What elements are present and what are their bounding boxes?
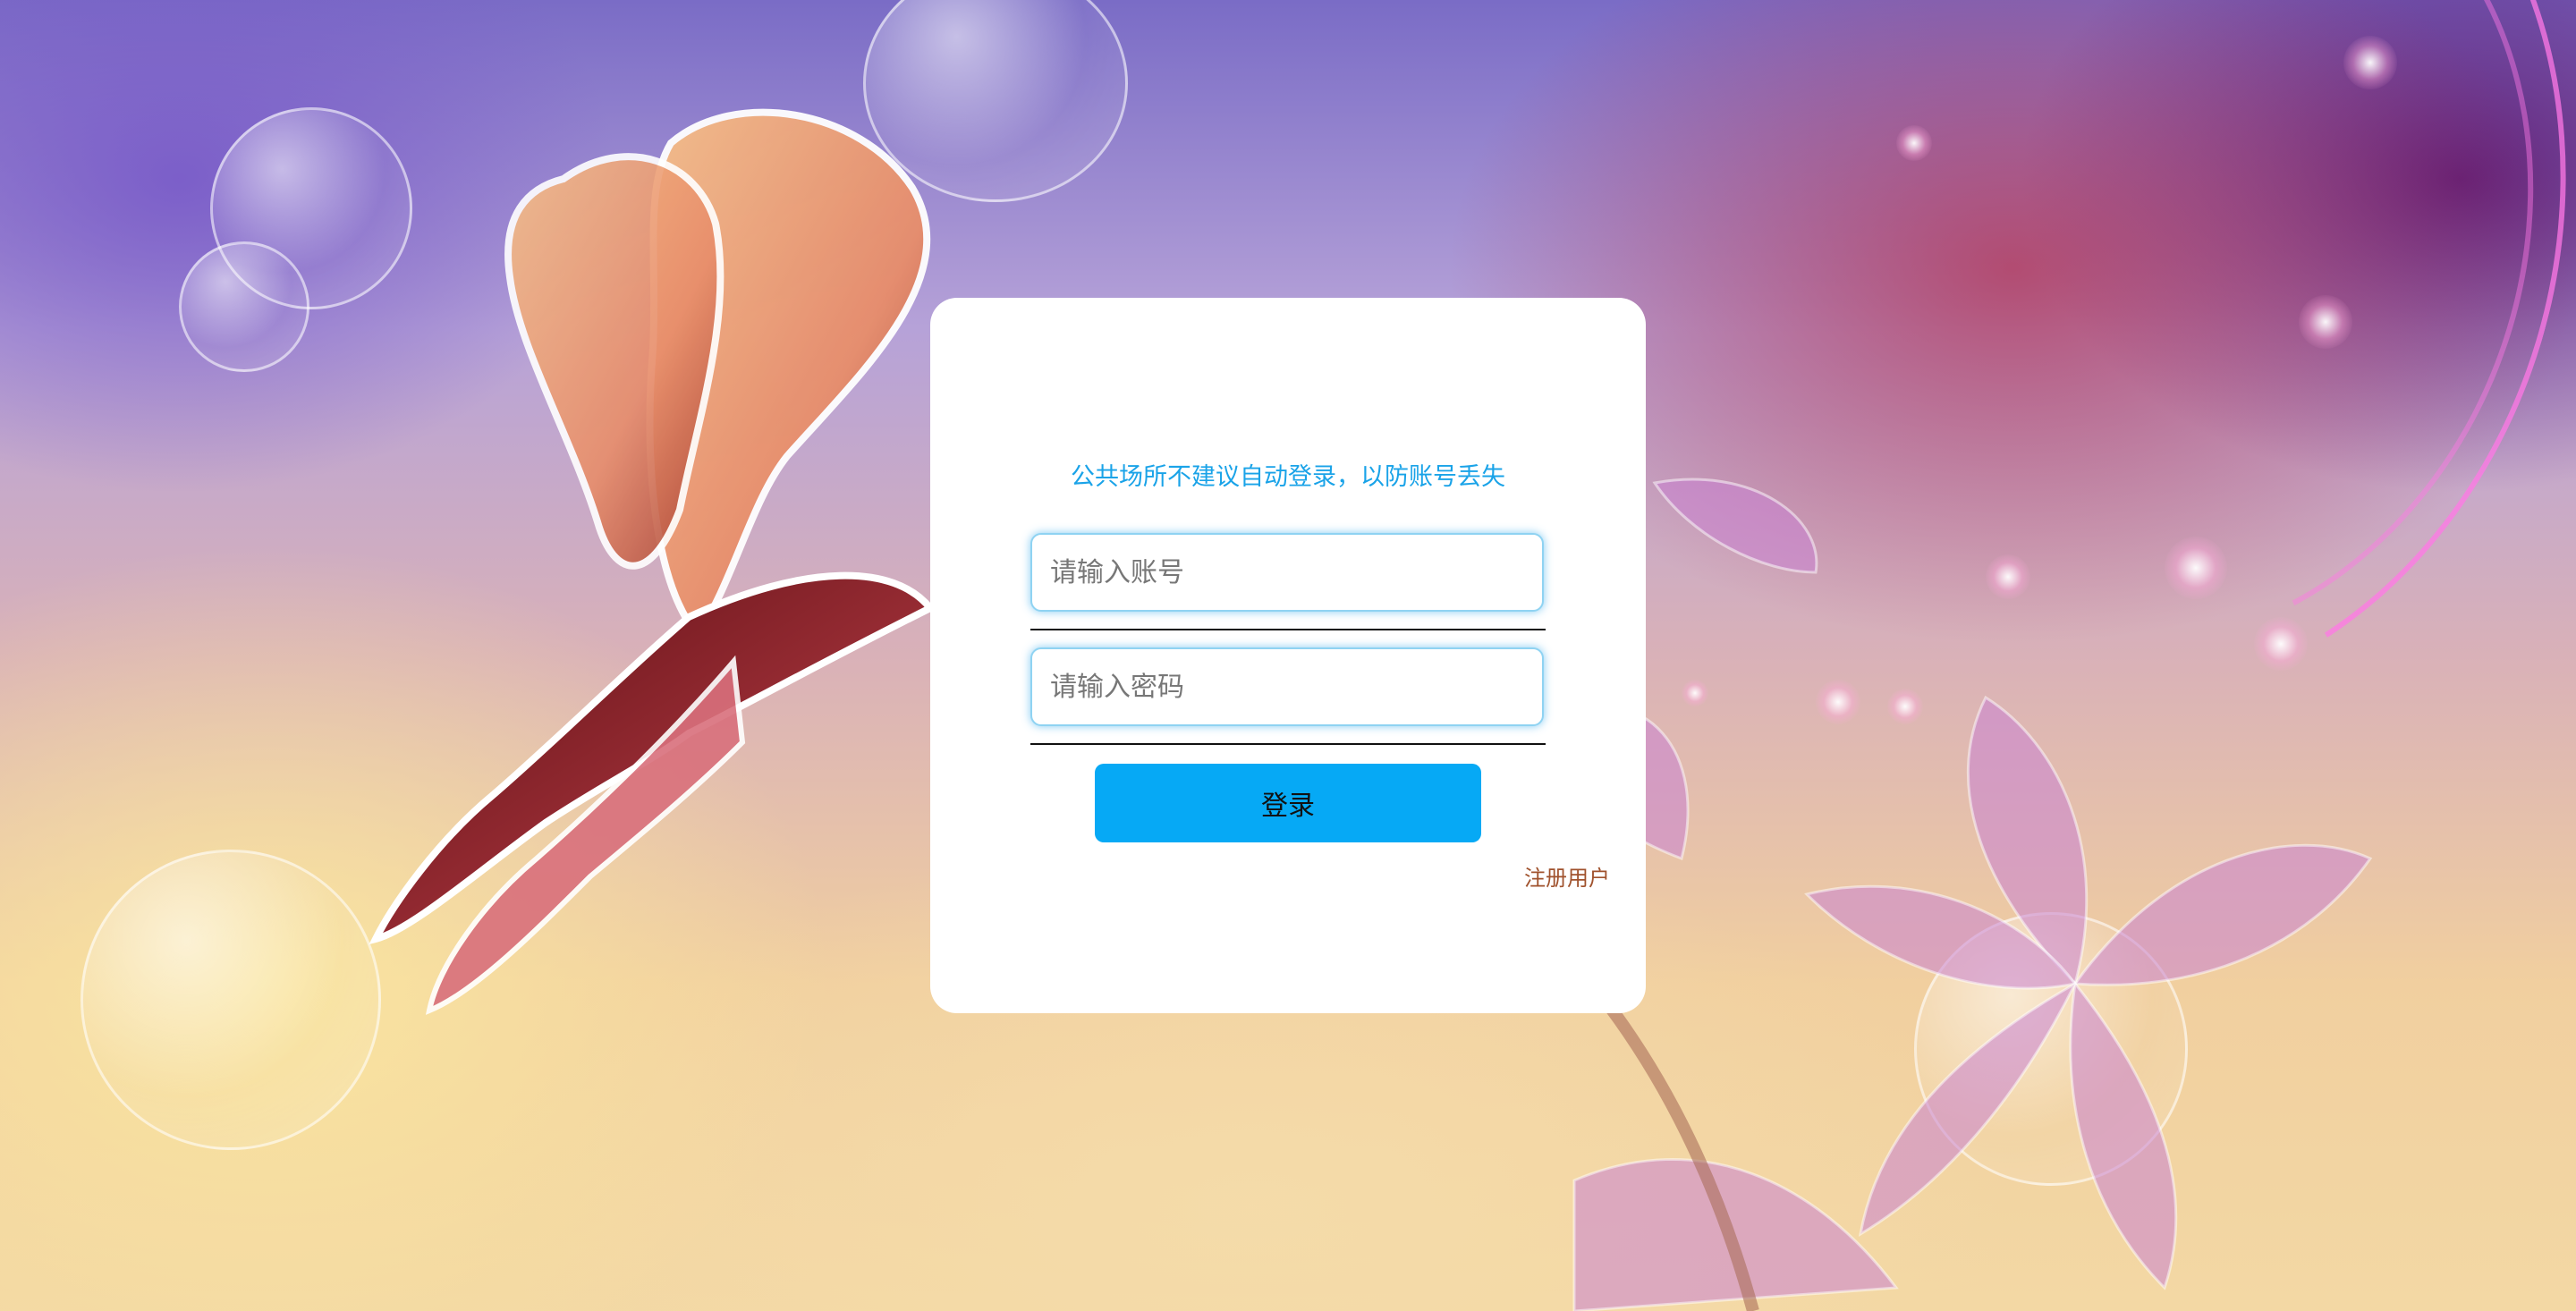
butterfly-illustration <box>369 108 936 1015</box>
register-link[interactable]: 注册用户 <box>1524 860 1610 892</box>
account-field-wrapper <box>1030 533 1544 612</box>
password-field-wrapper <box>1030 647 1544 726</box>
sparkle-decoration <box>1896 125 1932 161</box>
sparkle-decoration <box>1816 680 1860 724</box>
account-underline <box>1030 629 1546 630</box>
login-button[interactable]: 登录 <box>1095 764 1481 842</box>
login-card: 公共场所不建议自动登录，以防账号丢失 登录 注册用户 <box>930 298 1646 1013</box>
sparkle-decoration <box>1986 554 2030 599</box>
bubble-decoration <box>80 850 381 1150</box>
password-underline <box>1030 743 1546 745</box>
sparkle-decoration <box>1682 680 1708 706</box>
bubble-decoration <box>179 241 309 372</box>
sparkle-decoration <box>2299 295 2352 349</box>
sparkle-decoration <box>1887 689 1923 724</box>
sparkle-decoration <box>2343 36 2397 89</box>
password-input[interactable] <box>1030 647 1544 726</box>
sparkle-decoration <box>2165 537 2227 599</box>
account-input[interactable] <box>1030 533 1544 612</box>
sparkle-decoration <box>2254 617 2308 671</box>
login-notice: 公共场所不建议自动登录，以防账号丢失 <box>1071 463 1505 491</box>
